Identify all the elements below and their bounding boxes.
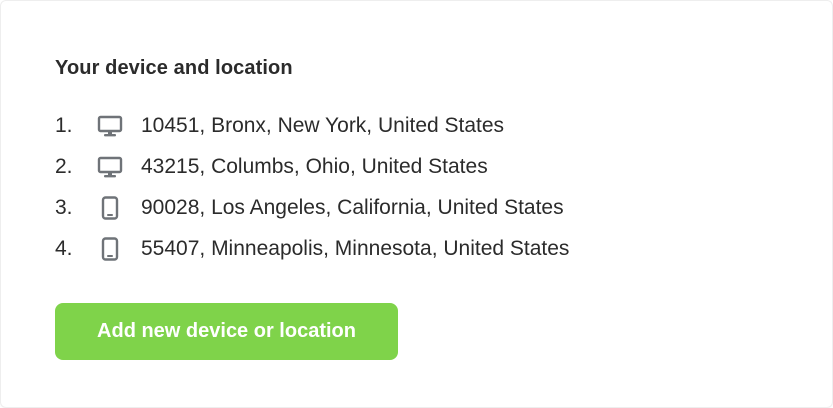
device-location-list: 1. 10451, Bronx, New York, United States…: [55, 105, 569, 269]
list-item-location: 43215, Columbs, Ohio, United States: [141, 154, 488, 178]
list-item: 2. 43215, Columbs, Ohio, United States: [55, 146, 569, 187]
desktop-icon: [97, 114, 127, 138]
panel-title: Your device and location: [55, 57, 293, 79]
desktop-icon: [97, 155, 127, 179]
list-item-location: 10451, Bronx, New York, United States: [141, 113, 505, 137]
list-item-number: 2.: [55, 154, 73, 178]
list-item-number: 1.: [55, 113, 73, 137]
list-item-number: 3.: [55, 195, 73, 219]
device-location-panel: Your device and location 1. 10451, Bronx…: [0, 0, 833, 408]
mobile-icon: [97, 195, 127, 220]
list-item-number: 4.: [55, 236, 73, 260]
list-item-location: 55407, Minneapolis, Minnesota, United St…: [141, 236, 570, 260]
list-item: 1. 10451, Bronx, New York, United States: [55, 105, 569, 146]
list-item: 4. 55407, Minneapolis, Minnesota, United…: [55, 228, 569, 269]
list-item: 3. 90028, Los Angeles, California, Unite…: [55, 187, 569, 228]
list-item-location: 90028, Los Angeles, California, United S…: [141, 195, 564, 219]
mobile-icon: [97, 236, 127, 261]
add-device-button[interactable]: Add new device or location: [55, 303, 398, 360]
